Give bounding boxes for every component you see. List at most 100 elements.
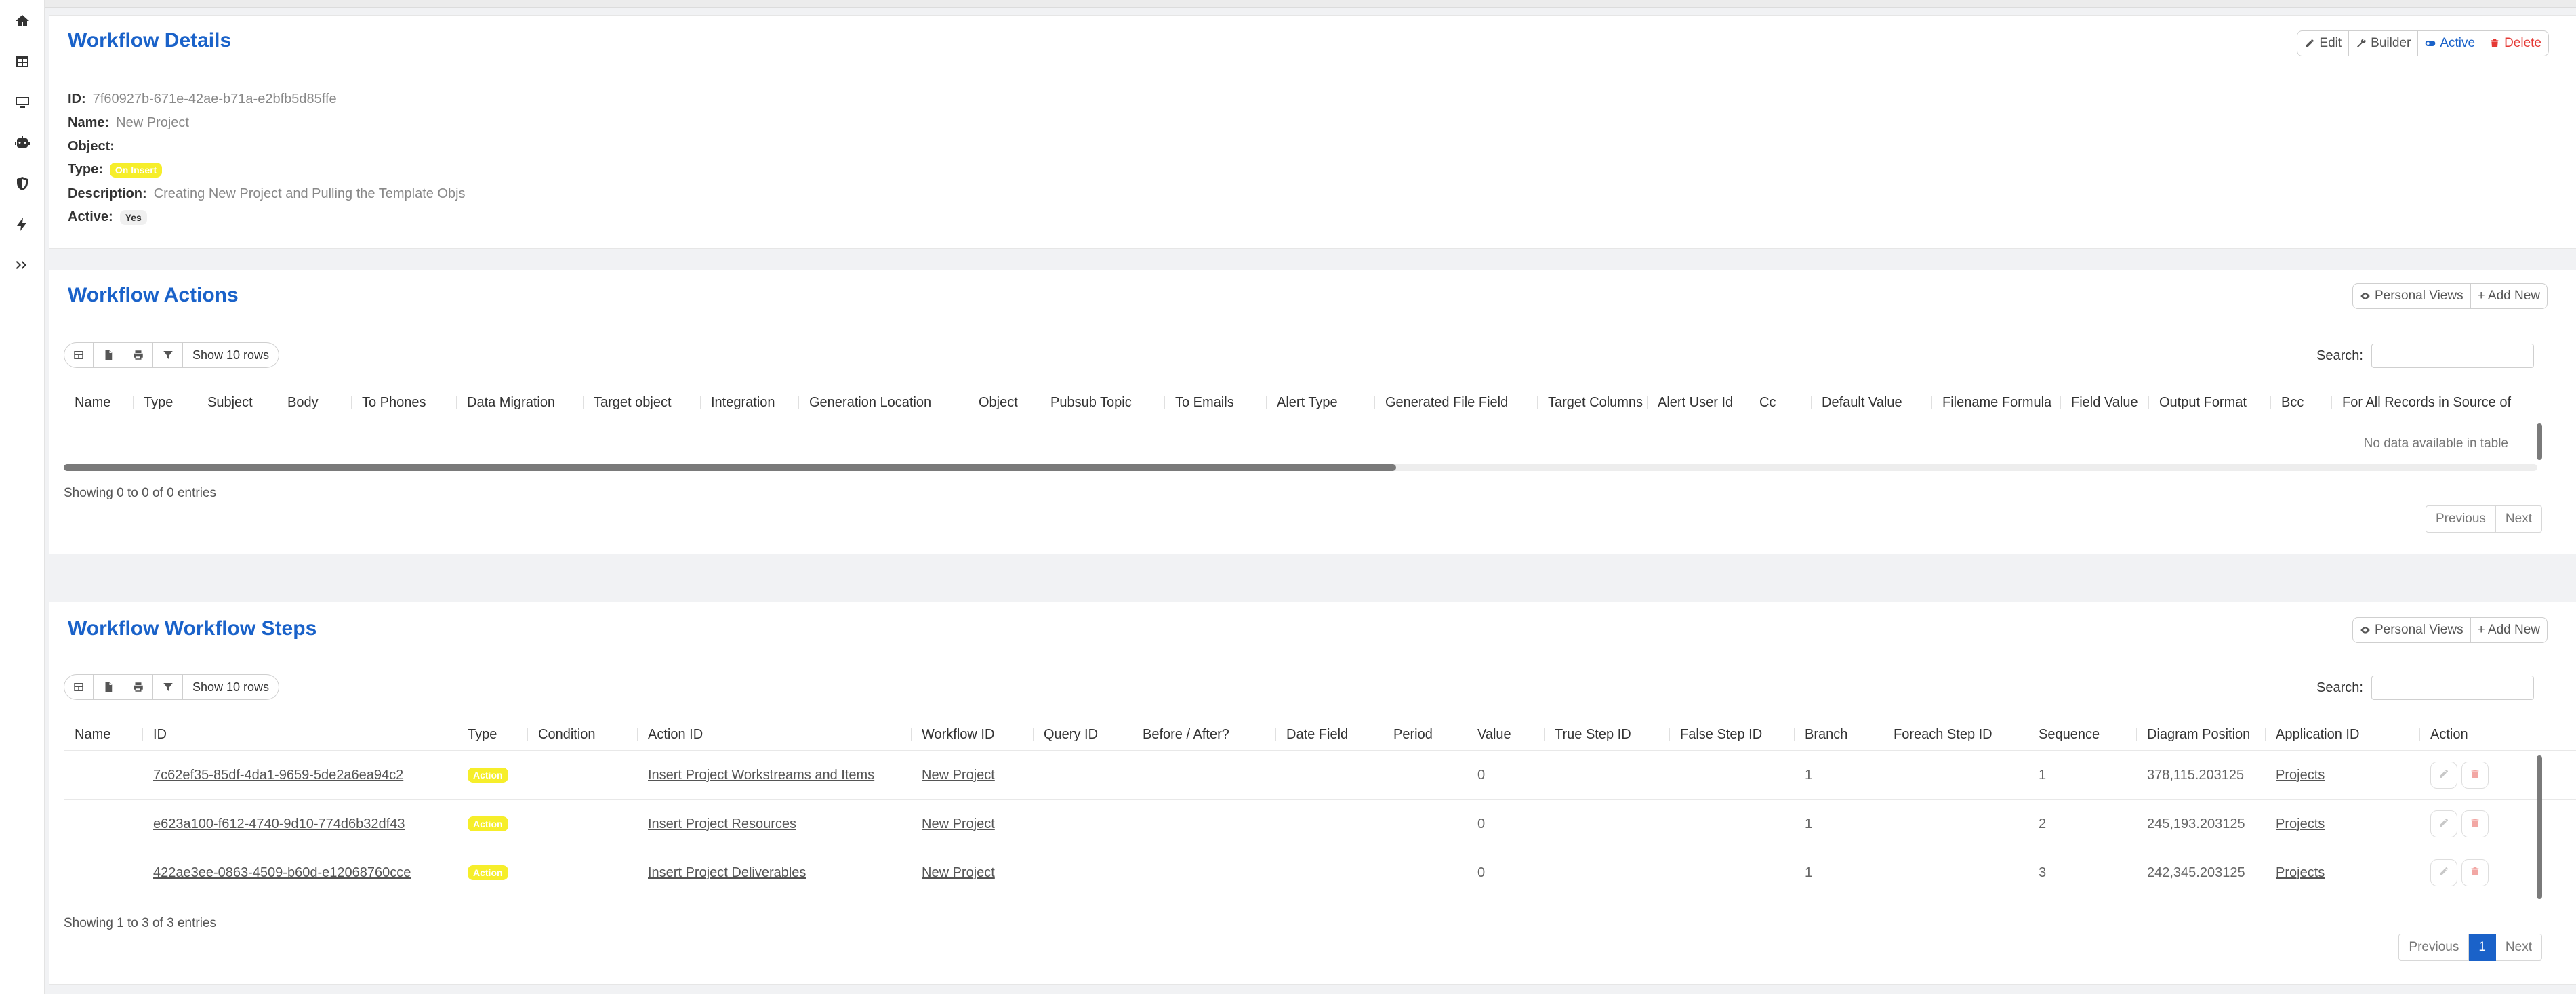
step-application-link[interactable]: Projects [2276,816,2325,832]
column-separator[interactable] [1275,728,1276,741]
steps-header-action[interactable]: Action [2430,719,2468,750]
actions-header-alert-type[interactable]: Alert Type [1277,387,1338,418]
row-edit-button[interactable] [2430,810,2457,837]
column-separator[interactable] [2270,396,2271,409]
column-separator[interactable] [911,728,912,741]
steps-header-name[interactable]: Name [75,719,110,750]
column-separator[interactable] [1811,396,1812,409]
steps-header-id[interactable]: ID [153,719,167,750]
step-id-link[interactable]: e623a100-f612-4740-9d10-774d6b32df43 [153,816,405,832]
column-separator[interactable] [1544,728,1545,741]
step-action-link[interactable]: Insert Project Resources [648,816,796,832]
step-id-link[interactable]: 7c62ef35-85df-4da1-9659-5de2a6ea94c2 [153,768,403,783]
step-workflow-link[interactable]: New Project [922,865,995,881]
step-application-link[interactable]: Projects [2276,865,2325,881]
step-action-link[interactable]: Insert Project Workstreams and Items [648,768,874,783]
steps-header-action-id[interactable]: Action ID [648,719,703,750]
actions-header-alert-user-id[interactable]: Alert User Id [1658,387,1733,418]
steps-search-input[interactable] [2371,676,2534,700]
steps-header-false-step-id[interactable]: False Step ID [1680,719,1762,750]
row-edit-button[interactable] [2430,859,2457,886]
step-id-link[interactable]: 422ae3ee-0863-4509-b60d-e12068760cce [153,865,411,881]
column-separator[interactable] [583,396,584,409]
actions-header-data-migration[interactable]: Data Migration [467,387,555,418]
edit-button[interactable]: Edit [2297,30,2350,56]
column-separator[interactable] [2060,396,2061,409]
builder-button[interactable]: Builder [2349,30,2419,56]
steps-column-visibility-button[interactable] [64,674,94,700]
delete-button[interactable]: Delete [2482,30,2549,56]
column-separator[interactable] [1033,728,1034,741]
actions-header-subject[interactable]: Subject [207,387,253,418]
print-button[interactable] [123,342,153,368]
actions-header-to-emails[interactable]: To Emails [1175,387,1234,418]
actions-search-input[interactable] [2371,344,2534,368]
actions-header-body[interactable]: Body [287,387,319,418]
column-separator[interactable] [1266,396,1267,409]
add-new-button[interactable]: + Add New [2470,283,2548,309]
actions-header-filename-formula[interactable]: Filename Formula [1942,387,2051,418]
steps-header-true-step-id[interactable]: True Step ID [1555,719,1631,750]
home-icon[interactable] [12,10,33,32]
robot-icon[interactable] [12,132,33,154]
bolt-icon[interactable] [12,213,33,235]
step-application-link[interactable]: Projects [2276,768,2325,783]
steps-header-query-id[interactable]: Query ID [1044,719,1098,750]
actions-header-to-phones[interactable]: To Phones [362,387,426,418]
step-workflow-link[interactable]: New Project [922,816,995,832]
column-separator[interactable] [1164,396,1165,409]
actions-header-name[interactable]: Name [75,387,110,418]
actions-header-object[interactable]: Object [979,387,1018,418]
steps-previous-button[interactable]: Previous [2398,934,2470,961]
steps-header-before-after[interactable]: Before / After? [1143,719,1229,750]
column-separator[interactable] [2331,396,2332,409]
actions-header-output-format[interactable]: Output Format [2159,387,2247,418]
row-edit-button[interactable] [2430,762,2457,789]
actions-horizontal-scroll-thumb[interactable] [64,464,1396,471]
column-separator[interactable] [351,396,352,409]
steps-header-diagram-position[interactable]: Diagram Position [2147,719,2250,750]
steps-export-button[interactable] [94,674,123,700]
expand-icon[interactable] [12,254,33,276]
column-separator[interactable] [1794,728,1795,741]
actions-header-generated-file-field[interactable]: Generated File Field [1385,387,1508,418]
column-separator[interactable] [142,728,143,741]
column-separator[interactable] [456,396,457,409]
actions-header-field-value[interactable]: Field Value [2071,387,2138,418]
actions-header-generation-location[interactable]: Generation Location [809,387,931,418]
show-rows-button[interactable]: Show 10 rows [183,342,280,368]
column-separator[interactable] [798,396,799,409]
actions-header-integration[interactable]: Integration [711,387,775,418]
actions-header-bcc[interactable]: Bcc [2281,387,2304,418]
steps-header-value[interactable]: Value [1477,719,1511,750]
steps-page-1-button[interactable]: 1 [2469,934,2496,961]
column-visibility-button[interactable] [64,342,94,368]
steps-header-condition[interactable]: Condition [538,719,596,750]
table-icon[interactable] [12,51,33,73]
active-toggle-button[interactable]: Active [2418,30,2483,56]
column-separator[interactable] [133,396,134,409]
column-separator[interactable] [1374,396,1375,409]
column-separator[interactable] [1537,396,1538,409]
row-delete-button[interactable] [2461,762,2489,789]
steps-header-date-field[interactable]: Date Field [1286,719,1348,750]
column-separator[interactable] [1931,396,1932,409]
column-separator[interactable] [2136,728,2137,741]
column-separator[interactable] [2265,728,2266,741]
column-separator[interactable] [1647,396,1648,409]
column-separator[interactable] [2148,396,2149,409]
step-workflow-link[interactable]: New Project [922,768,995,783]
steps-add-new-button[interactable]: + Add New [2470,617,2548,643]
column-separator[interactable] [700,396,701,409]
actions-header-default-value[interactable]: Default Value [1822,387,1902,418]
actions-header-target-object[interactable]: Target object [594,387,672,418]
actions-header-target-columns[interactable]: Target Columns [1548,387,1643,418]
column-separator[interactable] [637,728,638,741]
column-separator[interactable] [1669,728,1670,741]
steps-header-branch[interactable]: Branch [1805,719,1847,750]
steps-header-sequence[interactable]: Sequence [2039,719,2100,750]
steps-vertical-scrollbar[interactable] [2537,755,2542,899]
table-row[interactable]: 7c62ef35-85df-4da1-9659-5de2a6ea94c2 Acti… [64,750,2576,799]
actions-previous-button[interactable]: Previous [2426,505,2496,533]
export-button[interactable] [94,342,123,368]
